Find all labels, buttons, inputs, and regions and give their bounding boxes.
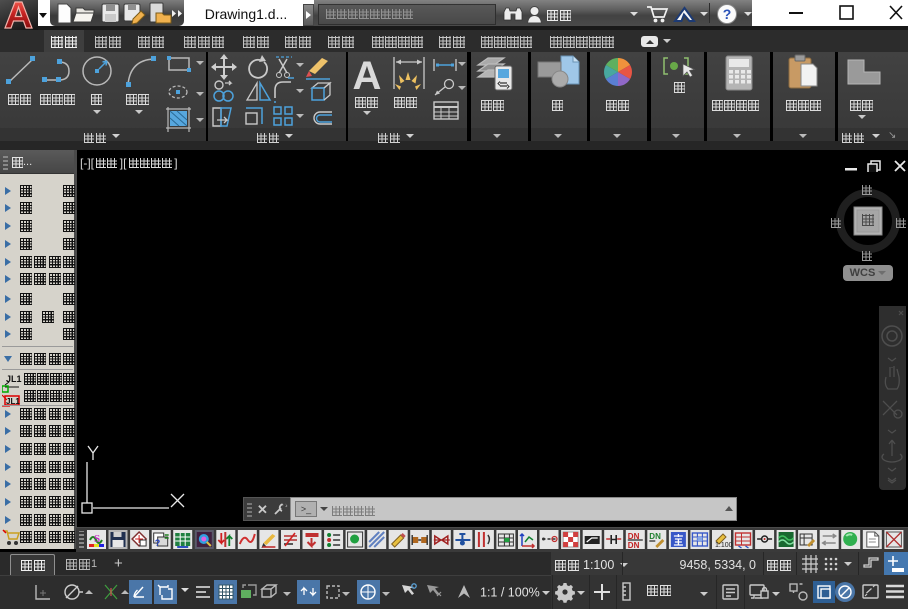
svg-text:DN: DN [628,541,640,550]
svg-text:?: ? [155,538,161,548]
svg-text:A: A [353,54,382,98]
svg-text:DN: DN [649,532,661,541]
svg-text:1:1 / 100%: 1:1 / 100% [480,586,540,600]
svg-text:1:100: 1:100 [715,542,733,549]
svg-text:S: S [94,533,100,545]
svg-text:?: ? [723,6,732,22]
